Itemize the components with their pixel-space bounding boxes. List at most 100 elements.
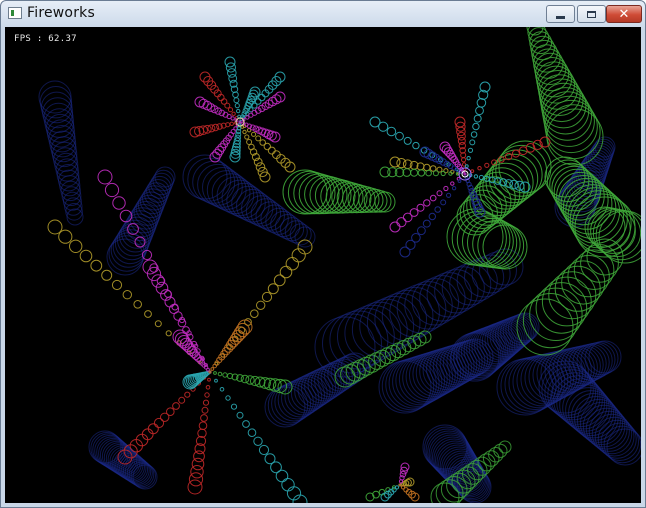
firework-spark bbox=[231, 111, 236, 117]
firework-spark bbox=[202, 399, 210, 406]
firework-trail-green bbox=[498, 440, 512, 454]
firework-spark bbox=[440, 170, 446, 177]
maximize-button[interactable] bbox=[577, 5, 606, 23]
app-window-icon[interactable] bbox=[8, 7, 22, 19]
firework-spark bbox=[172, 402, 180, 410]
firework-spark bbox=[461, 157, 467, 163]
firework-spark bbox=[416, 203, 425, 212]
close-icon: ✕ bbox=[618, 6, 630, 22]
firework-spark bbox=[261, 291, 273, 303]
firework-spark bbox=[253, 436, 263, 446]
firework-spark bbox=[379, 166, 391, 178]
firework-spark bbox=[230, 403, 238, 410]
firework-spark bbox=[423, 199, 431, 207]
firework-ghost-trail bbox=[449, 263, 492, 306]
firework-spark bbox=[47, 219, 63, 235]
firework-trail-green bbox=[369, 190, 392, 213]
firework-spark bbox=[133, 300, 142, 309]
firework-spark bbox=[450, 181, 455, 186]
firework-spark bbox=[434, 206, 442, 213]
firework-spark bbox=[258, 93, 266, 102]
firework-spark bbox=[187, 479, 203, 495]
firework-spark bbox=[259, 171, 271, 183]
fps-counter: FPS : 62.37 bbox=[14, 34, 77, 44]
firework-spark bbox=[464, 164, 469, 169]
firework-spark bbox=[242, 129, 247, 135]
firework-spark bbox=[237, 114, 242, 119]
firework-spark bbox=[178, 396, 186, 404]
firework-spark bbox=[469, 139, 476, 146]
firework-spark bbox=[112, 196, 126, 210]
title-bar[interactable]: Fireworks ✕ bbox=[1, 1, 645, 27]
firework-spark bbox=[451, 186, 457, 191]
firework-spark bbox=[104, 182, 120, 198]
firework-ghost-trail bbox=[50, 136, 77, 163]
firework-spark bbox=[365, 492, 375, 502]
firework-spark bbox=[457, 179, 462, 184]
firework-spark bbox=[279, 265, 293, 279]
firework-spark bbox=[440, 199, 447, 206]
firework-spark bbox=[417, 226, 426, 236]
firework-trail-green bbox=[529, 31, 553, 55]
firework-spark bbox=[244, 134, 250, 140]
firework-spark bbox=[207, 377, 211, 382]
firework-spark bbox=[198, 421, 208, 431]
firework-spark bbox=[184, 391, 191, 398]
firework-spark bbox=[275, 469, 289, 483]
firework-spark bbox=[217, 371, 223, 377]
firework-spark bbox=[470, 131, 478, 138]
firework-spark bbox=[255, 135, 262, 142]
firework-spark bbox=[79, 249, 93, 263]
firework-spark bbox=[90, 259, 103, 272]
firework-spark bbox=[417, 169, 426, 177]
firework-spark bbox=[386, 126, 397, 137]
firework-spark bbox=[214, 378, 218, 383]
firework-spark bbox=[412, 141, 420, 150]
firework-spark bbox=[97, 169, 113, 185]
firework-spark bbox=[477, 166, 482, 171]
firework-spark bbox=[238, 120, 242, 124]
firework-spark bbox=[222, 372, 228, 378]
firework-spark bbox=[205, 385, 211, 390]
firework-ghost-trail bbox=[51, 141, 78, 168]
window-title: Fireworks bbox=[27, 5, 95, 21]
firework-spark bbox=[224, 56, 236, 68]
firework-spark bbox=[428, 212, 436, 221]
firework-spark bbox=[122, 290, 133, 300]
minimize-button[interactable] bbox=[546, 5, 575, 23]
firework-spark bbox=[467, 147, 474, 153]
firework-spark bbox=[213, 371, 217, 375]
firework-ghost-trail bbox=[584, 341, 619, 376]
firework-spark bbox=[227, 107, 234, 113]
firework-spark bbox=[251, 131, 257, 137]
firework-spark bbox=[242, 420, 250, 428]
firework-spark bbox=[422, 219, 431, 228]
firework-ghost-trail bbox=[396, 283, 447, 334]
firework-spark bbox=[256, 300, 266, 310]
firework-spark bbox=[101, 269, 113, 281]
firework-spark bbox=[432, 170, 439, 177]
firework-spark bbox=[478, 174, 484, 181]
firework-spark bbox=[154, 320, 162, 328]
firework-spark bbox=[250, 309, 259, 319]
fireworks-canvas[interactable]: FPS : 62.37 bbox=[5, 27, 641, 503]
firework-spark bbox=[234, 103, 240, 109]
firework-spark bbox=[225, 395, 231, 401]
firework-trail-green bbox=[446, 208, 504, 266]
firework-spark bbox=[475, 106, 484, 116]
firework-spark bbox=[429, 194, 437, 202]
firework-spark bbox=[396, 217, 407, 228]
firework-spark bbox=[267, 146, 276, 155]
firework-spark bbox=[182, 326, 190, 334]
firework-spark bbox=[273, 274, 286, 287]
close-button[interactable]: ✕ bbox=[606, 5, 642, 23]
firework-spark bbox=[446, 192, 452, 198]
firework-spark bbox=[229, 121, 235, 127]
firework-spark bbox=[425, 169, 432, 177]
firework-spark bbox=[473, 114, 482, 123]
firework-spark bbox=[443, 185, 449, 192]
firework-spark bbox=[399, 246, 411, 258]
firework-spark bbox=[58, 229, 73, 244]
firework-spark bbox=[436, 190, 443, 197]
firework-spark bbox=[263, 142, 271, 151]
